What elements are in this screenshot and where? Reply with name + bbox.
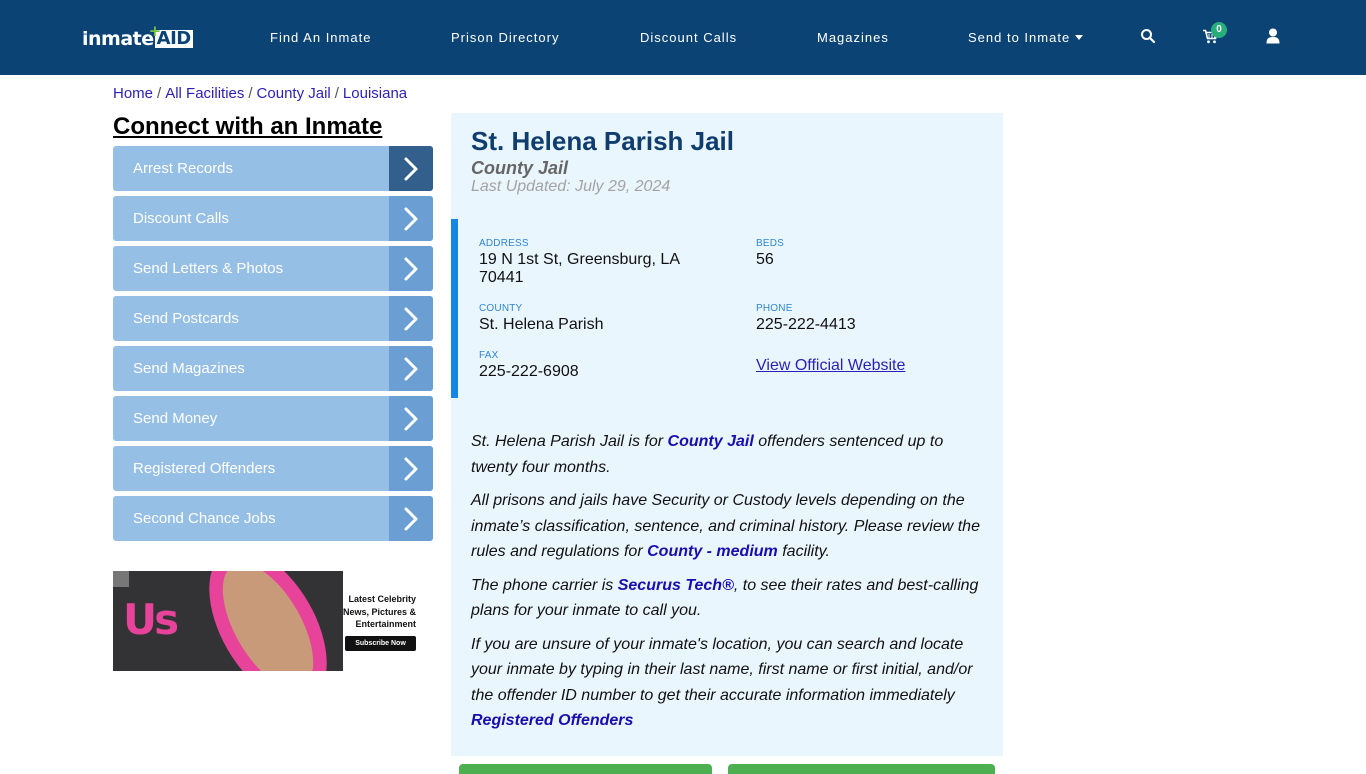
nav-prison-directory[interactable]: Prison Directory bbox=[451, 30, 559, 45]
nav-magazines[interactable]: Magazines bbox=[817, 30, 889, 45]
green-action-button-right[interactable] bbox=[728, 764, 995, 774]
phone-field: PHONE 225-222-4413 bbox=[756, 303, 856, 334]
inmateaid-logo[interactable]: inmate + AID bbox=[82, 22, 193, 50]
description-text: If you are unsure of your inmate's locat… bbox=[471, 635, 973, 704]
breadcrumb: Home / All Facilities / County Jail / Louisian… bbox=[113, 85, 407, 102]
address-label: ADDRESS bbox=[479, 238, 529, 249]
menu-item-label: Send Magazines bbox=[133, 360, 245, 377]
description-text: The phone carrier is bbox=[471, 576, 618, 594]
logo-plus-icon: + bbox=[148, 22, 162, 40]
menu-item-send-magazines[interactable]: Send Magazines bbox=[113, 346, 433, 391]
chevron-right-icon bbox=[389, 396, 433, 441]
menu-item-label: Second Chance Jobs bbox=[133, 510, 276, 527]
chevron-right-icon bbox=[389, 246, 433, 291]
breadcrumb-home[interactable]: Home bbox=[113, 85, 153, 102]
nav-send-to-inmate-label: Send to Inmate bbox=[968, 30, 1071, 45]
description-paragraph: If you are unsure of your inmate's locat… bbox=[471, 632, 986, 734]
menu-item-discount-calls[interactable]: Discount Calls bbox=[113, 196, 433, 241]
last-updated: Last Updated: July 29, 2024 bbox=[471, 178, 671, 195]
user-icon[interactable] bbox=[1266, 28, 1284, 46]
chevron-right-icon bbox=[389, 146, 433, 191]
breadcrumb-louisiana[interactable]: Louisiana bbox=[343, 85, 407, 102]
logo-accent-text: AID bbox=[156, 28, 192, 49]
address-field: ADDRESS 19 N 1st St, Greensburg, LA 7044… bbox=[479, 238, 709, 287]
county-jail-link[interactable]: County Jail bbox=[668, 433, 754, 450]
beds-field: BEDS 56 bbox=[756, 238, 784, 269]
fax-label: FAX bbox=[479, 350, 499, 361]
menu-item-send-money[interactable]: Send Money bbox=[113, 396, 433, 441]
address-value: 19 N 1st St, Greensburg, LA 70441 bbox=[479, 251, 680, 286]
beds-value: 56 bbox=[756, 251, 774, 268]
view-official-website-link[interactable]: View Official Website bbox=[756, 357, 905, 375]
menu-item-second-chance-jobs[interactable]: Second Chance Jobs bbox=[113, 496, 433, 541]
phone-label: PHONE bbox=[756, 303, 793, 314]
connect-heading: Connect with an Inmate bbox=[113, 113, 383, 140]
beds-label: BEDS bbox=[756, 238, 785, 249]
facility-description: St. Helena Parish Jail is for County Jai… bbox=[471, 429, 986, 742]
facility-type: County Jail bbox=[471, 158, 569, 178]
breadcrumb-separator: / bbox=[334, 85, 339, 102]
chevron-right-icon bbox=[389, 196, 433, 241]
fax-value: 225-222-6908 bbox=[479, 363, 579, 380]
description-text: facility. bbox=[777, 543, 830, 560]
ad-headline: Latest Celebrity News, Pictures & Entert… bbox=[342, 594, 416, 629]
county-medium-link[interactable]: County - medium bbox=[647, 543, 778, 560]
nav-send-to-inmate[interactable]: Send to Inmate bbox=[968, 30, 1084, 45]
logo-accent: + AID bbox=[149, 22, 193, 49]
breadcrumb-county-jail[interactable]: County Jail bbox=[257, 85, 331, 102]
description-paragraph: The phone carrier is Securus Tech®, to s… bbox=[471, 573, 986, 624]
breadcrumb-separator: / bbox=[248, 85, 253, 102]
menu-item-registered-offenders[interactable]: Registered Offenders bbox=[113, 446, 433, 491]
nav-discount-calls[interactable]: Discount Calls bbox=[640, 30, 737, 45]
county-field: COUNTY St. Helena Parish bbox=[479, 303, 604, 334]
ad-brand-logo: Us bbox=[123, 595, 179, 644]
ad-corner-mark bbox=[113, 571, 129, 587]
menu-item-label: Arrest Records bbox=[133, 160, 234, 177]
facility-name: St. Helena Parish Jail bbox=[471, 126, 735, 156]
menu-item-send-letters-photos[interactable]: Send Letters & Photos bbox=[113, 246, 433, 291]
chevron-right-icon bbox=[389, 446, 433, 491]
caret-down-icon bbox=[1075, 35, 1084, 40]
connect-menu: Arrest Records Discount Calls Send Lette… bbox=[113, 146, 433, 546]
chevron-right-icon bbox=[389, 296, 433, 341]
menu-item-label: Send Letters & Photos bbox=[133, 260, 284, 277]
logo-text: inmate bbox=[82, 28, 154, 50]
description-paragraph: St. Helena Parish Jail is for County Jai… bbox=[471, 429, 986, 480]
county-label: COUNTY bbox=[479, 303, 523, 314]
menu-item-label: Registered Offenders bbox=[133, 460, 276, 477]
description-paragraph: All prisons and jails have Security or C… bbox=[471, 488, 986, 565]
search-icon[interactable] bbox=[1140, 28, 1158, 46]
facility-info-block: ADDRESS 19 N 1st St, Greensburg, LA 7044… bbox=[451, 219, 1003, 398]
menu-item-send-postcards[interactable]: Send Postcards bbox=[113, 296, 433, 341]
chevron-right-icon bbox=[389, 346, 433, 391]
top-navbar: inmate + AID Find An Inmate Prison Direc… bbox=[0, 0, 1366, 75]
phone-value: 225-222-4413 bbox=[756, 316, 856, 333]
county-value: St. Helena Parish bbox=[479, 316, 604, 333]
description-text: St. Helena Parish Jail is for bbox=[471, 433, 668, 450]
nav-find-an-inmate[interactable]: Find An Inmate bbox=[270, 30, 371, 45]
securus-tech-link[interactable]: Securus Tech® bbox=[618, 577, 734, 594]
menu-item-label: Send Postcards bbox=[133, 310, 239, 327]
registered-offenders-link[interactable]: Registered Offenders bbox=[471, 712, 633, 729]
menu-item-label: Send Money bbox=[133, 410, 218, 427]
menu-item-arrest-records[interactable]: Arrest Records bbox=[113, 146, 433, 191]
green-action-button-left[interactable] bbox=[459, 764, 712, 774]
fax-field: FAX 225-222-6908 bbox=[479, 350, 579, 381]
facility-panel: St. Helena Parish Jail County Jail Last … bbox=[451, 113, 1003, 756]
us-weekly-ad-banner[interactable]: Us Latest Celebrity News, Pictures & Ent… bbox=[113, 571, 418, 671]
ad-subscribe-button[interactable]: Subscribe Now bbox=[345, 636, 416, 651]
breadcrumb-separator: / bbox=[157, 85, 162, 102]
breadcrumb-all-facilities[interactable]: All Facilities bbox=[165, 85, 244, 102]
menu-item-label: Discount Calls bbox=[133, 210, 229, 227]
cart-count-badge: 0 bbox=[1211, 22, 1227, 38]
chevron-right-icon bbox=[389, 496, 433, 541]
